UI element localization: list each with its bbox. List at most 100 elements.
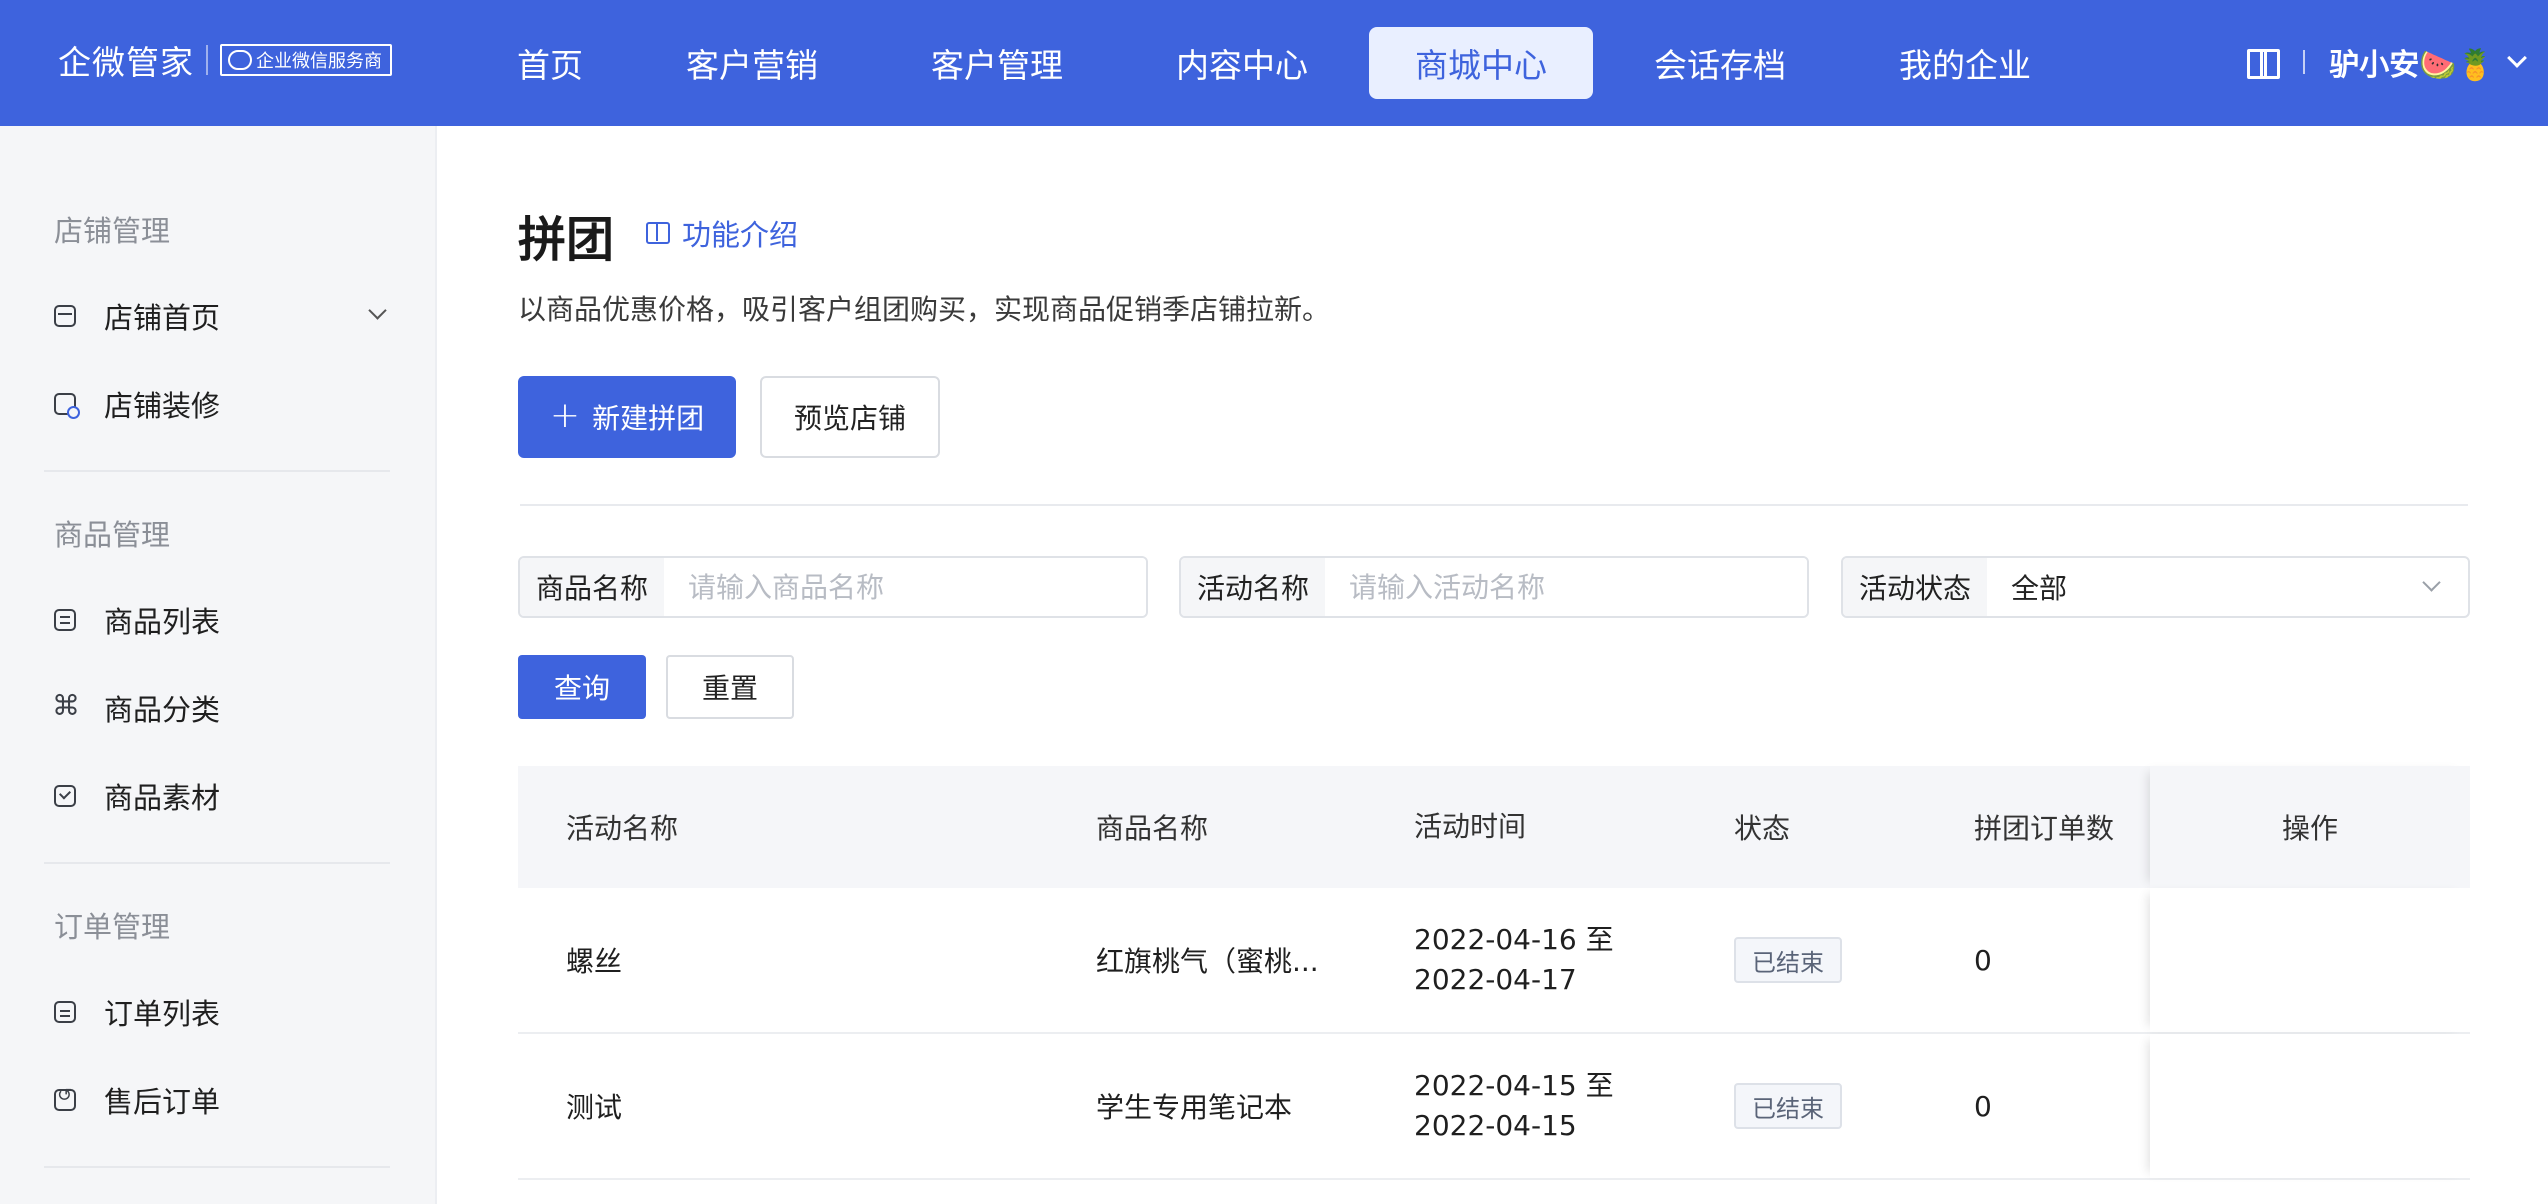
nav-item-home[interactable]: 首页 (475, 27, 625, 99)
time-end: 2022-04-15 (1414, 1109, 1577, 1142)
table-header: 活动名称 商品名称 活动时间 状态 拼团订单数 操作 (518, 766, 2470, 888)
section-divider (520, 504, 2468, 506)
product-name-label: 商品名称 (520, 558, 665, 616)
activity-name-input[interactable] (1325, 558, 1807, 616)
product-name-cell: 红旗桃气（蜜桃... (1096, 945, 1319, 978)
sidebar-item-label: 售后订单 (104, 1085, 221, 1119)
book-icon (646, 222, 670, 244)
new-group-buy-button[interactable]: + 新建拼团 (518, 376, 736, 458)
nav-label: 商城中心 (1415, 46, 1547, 85)
chevron-down-icon (2422, 573, 2441, 592)
chat-bubble-icon (228, 50, 252, 70)
activity-status-select[interactable]: 全部 (1987, 558, 2468, 616)
after-sale-icon (54, 1085, 76, 1111)
user-name[interactable]: 驴小安🍉🍍 (2329, 40, 2494, 84)
table-row: 螺丝 红旗桃气（蜜桃... 2022-04-16 至 2022-04-17 已结… (518, 888, 2470, 1034)
new-group-buy-label: 新建拼团 (592, 402, 705, 435)
main-nav: 首页 客户营销 客户管理 内容中心 商城中心 会话存档 我的企业 (475, 27, 2092, 99)
brand-divider (206, 45, 208, 75)
product-name-input[interactable] (664, 558, 1146, 616)
sidebar-item-after-sale[interactable]: 售后订单 (54, 1070, 394, 1130)
sidebar-group-title: 商品管理 (54, 518, 171, 552)
category-icon (52, 689, 80, 722)
list-icon (54, 609, 76, 631)
column-header: 状态 (1734, 812, 1791, 845)
activity-status-value: 全部 (2011, 572, 2068, 605)
nav-item-customer-marketing[interactable]: 客户营销 (634, 27, 870, 99)
feature-intro-link[interactable]: 功能介绍 (646, 212, 798, 254)
nav-label: 客户营销 (686, 46, 818, 85)
sidebar-item-store-home[interactable]: 店铺首页 (54, 286, 394, 346)
status-cell: 已结束 (1734, 888, 1842, 1032)
column-header: 操作 (2281, 812, 2338, 845)
divider (2303, 50, 2306, 74)
nav-item-mall-center[interactable]: 商城中心 (1369, 27, 1593, 99)
column-header: 活动名称 (566, 812, 679, 845)
sidebar-divider (44, 862, 390, 864)
sidebar-item-label: 店铺首页 (104, 301, 221, 335)
status-badge: 已结束 (1734, 1083, 1842, 1129)
sidebar-divider (44, 1166, 390, 1168)
nav-item-customer-management[interactable]: 客户管理 (879, 27, 1115, 99)
activity-name-cell: 螺丝 (566, 945, 623, 978)
sidebar-item-label: 店铺装修 (104, 389, 221, 423)
status-cell: 已结束 (1734, 1034, 1842, 1178)
table-row: 测试 学生专用笔记本 2022-04-15 至 2022-04-15 已结束 0 (518, 1034, 2470, 1180)
nav-item-my-company[interactable]: 我的企业 (1847, 27, 2083, 99)
preview-store-button[interactable]: 预览店铺 (760, 376, 940, 458)
column-header: 商品名称 (1096, 812, 1209, 845)
order-count-cell: 0 (1974, 1089, 1992, 1123)
chevron-down-icon[interactable] (2507, 48, 2527, 68)
sidebar-divider (44, 470, 390, 472)
sidebar-item-product-list[interactable]: 商品列表 (54, 590, 394, 650)
page-description: 以商品优惠价格，吸引客户组团购买，实现商品促销季店铺拉新。 (518, 293, 1331, 326)
sidebar-item-product-category[interactable]: 商品分类 (52, 678, 394, 738)
decorate-icon (54, 393, 80, 419)
sidebar-item-label: 商品列表 (104, 605, 221, 639)
order-count-cell: 0 (1974, 943, 1992, 977)
nav-label: 客户管理 (931, 46, 1063, 85)
brand-name: 企微管家 (58, 43, 194, 82)
query-button[interactable]: 查询 (518, 655, 646, 719)
brand-badge: 企业微信服务商 (220, 44, 392, 76)
sidebar-item-store-decoration[interactable]: 店铺装修 (54, 374, 394, 434)
sidebar-group-title: 店铺管理 (54, 214, 171, 248)
page-title: 拼团 (518, 212, 615, 268)
time-start: 2022-04-16 至 (1414, 923, 1614, 956)
activity-name-label: 活动名称 (1181, 558, 1326, 616)
sidebar-item-order-list[interactable]: 订单列表 (54, 982, 394, 1042)
ops-cell (2150, 888, 2470, 1032)
brand[interactable]: 企微管家 企业微信服务商 (58, 36, 392, 84)
nav-label: 我的企业 (1899, 46, 2031, 85)
sidebar-item-label: 商品分类 (104, 693, 221, 727)
reset-button[interactable]: 重置 (666, 655, 794, 719)
clipboard-icon (54, 1001, 76, 1023)
time-end: 2022-04-17 (1414, 963, 1577, 996)
brand-badge-text: 企业微信服务商 (256, 51, 382, 72)
nav-item-content-center[interactable]: 内容中心 (1124, 27, 1360, 99)
nav-label: 首页 (517, 46, 583, 85)
store-icon (54, 305, 76, 327)
nav-item-chat-archive[interactable]: 会话存档 (1602, 27, 1838, 99)
nav-label: 内容中心 (1176, 46, 1308, 85)
column-header: 拼团订单数 (1974, 812, 2115, 845)
activity-name-cell: 测试 (566, 1091, 623, 1124)
activity-time-cell: 2022-04-15 至 2022-04-15 (1414, 1034, 1614, 1178)
time-start: 2022-04-15 至 (1414, 1069, 1614, 1102)
chevron-down-icon[interactable] (368, 301, 387, 320)
material-icon (54, 785, 76, 807)
book-icon[interactable] (2247, 47, 2281, 79)
nav-label: 会话存档 (1654, 46, 1786, 85)
activity-status-label: 活动状态 (1843, 558, 1988, 616)
product-name-cell: 学生专用笔记本 (1096, 1091, 1293, 1124)
activity-name-filter: 活动名称 (1179, 556, 1809, 618)
sidebar-item-label: 商品素材 (104, 781, 221, 815)
sidebar-item-product-material[interactable]: 商品素材 (54, 766, 394, 826)
sidebar-group-title: 订单管理 (54, 910, 171, 944)
ops-cell (2150, 1034, 2470, 1178)
column-header: 活动时间 (1414, 810, 1527, 843)
sidebar: 店铺管理 店铺首页 店铺装修 商品管理 商品列表 商品分类 商品素材 订单管理 … (0, 126, 437, 1204)
feature-intro-label: 功能介绍 (682, 218, 799, 252)
status-badge: 已结束 (1734, 937, 1842, 983)
product-name-filter: 商品名称 (518, 556, 1148, 618)
